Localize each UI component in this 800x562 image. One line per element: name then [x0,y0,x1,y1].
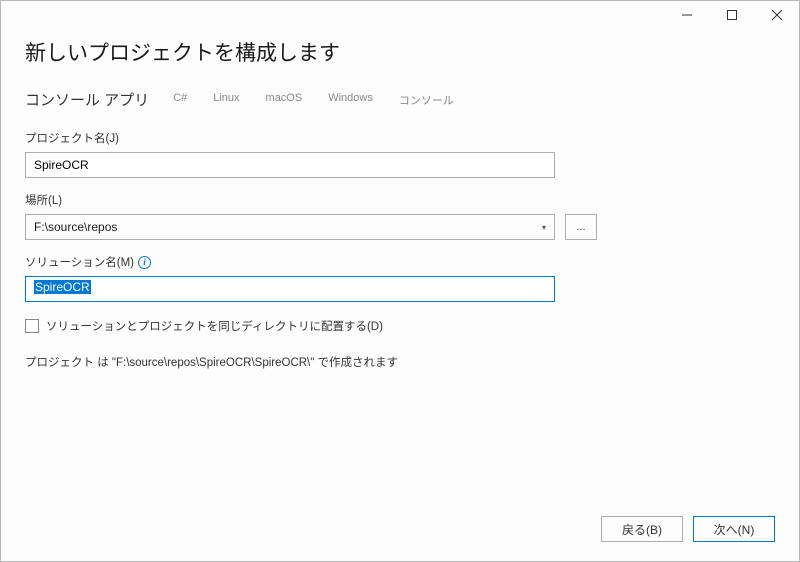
solution-name-field: ソリューション名(M) i SpireOCR [25,254,775,302]
same-directory-checkbox-row: ソリューションとプロジェクトを同じディレクトリに配置する(D) [25,318,775,334]
creation-path-info: プロジェクト は "F:\source\repos\SpireOCR\Spire… [25,354,775,370]
tag: C# [165,90,195,110]
dialog-window: 新しいプロジェクトを構成します コンソール アプリ C# Linux macOS… [0,0,800,562]
project-name-field: プロジェクト名(J) [25,130,775,178]
project-template-name: コンソール アプリ [25,89,149,110]
location-combobox[interactable]: F:\source\repos ▾ [25,214,555,240]
tag: Windows [320,90,381,110]
location-value: F:\source\repos [34,220,117,234]
project-name-input[interactable] [25,152,555,178]
chevron-down-icon: ▾ [542,223,546,232]
same-directory-label: ソリューションとプロジェクトを同じディレクトリに配置する(D) [46,318,383,334]
solution-name-input[interactable]: SpireOCR [25,276,555,302]
solution-name-selected-text: SpireOCR [34,280,91,294]
tag: コンソール [391,90,462,110]
location-field: 場所(L) F:\source\repos ▾ ... [25,192,775,240]
project-name-label: プロジェクト名(J) [25,130,775,146]
browse-button[interactable]: ... [565,214,597,240]
next-button[interactable]: 次へ(N) [693,516,775,542]
info-icon[interactable]: i [138,256,151,269]
titlebar [1,1,799,31]
subtitle-row: コンソール アプリ C# Linux macOS Windows コンソール [25,89,775,110]
solution-name-label: ソリューション名(M) i [25,254,775,270]
close-button[interactable] [754,1,799,29]
page-title: 新しいプロジェクトを構成します [25,37,775,67]
maximize-button[interactable] [709,1,754,29]
same-directory-checkbox[interactable] [25,319,39,333]
template-tags: C# Linux macOS Windows コンソール [165,90,462,110]
window-controls [664,1,799,29]
minimize-button[interactable] [664,1,709,29]
dialog-content: 新しいプロジェクトを構成します コンソール アプリ C# Linux macOS… [1,31,799,511]
dialog-footer: 戻る(B) 次へ(N) [1,511,799,561]
tag: macOS [258,90,311,110]
tag: Linux [205,90,247,110]
location-label: 場所(L) [25,192,775,208]
back-button[interactable]: 戻る(B) [601,516,683,542]
